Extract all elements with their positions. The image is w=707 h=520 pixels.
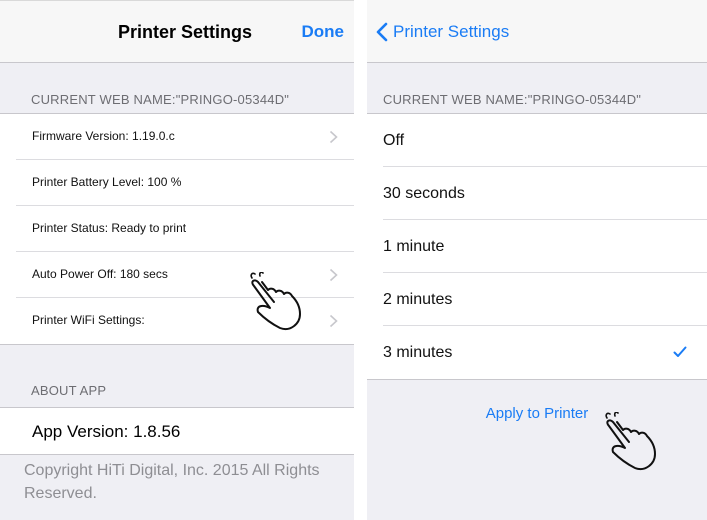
option-label: Off xyxy=(383,132,405,149)
web-name-header: CURRENT WEB NAME:"PRINGO-05344D" xyxy=(31,92,290,107)
option-label: 3 minutes xyxy=(383,344,453,361)
option-3-minutes[interactable]: 3 minutes xyxy=(367,326,707,379)
option-label: 2 minutes xyxy=(383,291,453,308)
page-title: Printer Settings xyxy=(118,22,253,42)
chevron-right-icon xyxy=(329,130,338,144)
firmware-version-row[interactable]: Firmware Version: 1.19.0.c xyxy=(0,114,354,160)
web-name-header: CURRENT WEB NAME:"PRINGO-05344D" xyxy=(383,92,642,107)
chevron-right-icon xyxy=(329,268,338,282)
option-label: 1 minute xyxy=(383,238,445,255)
auto-power-off-screen: Printer Settings CURRENT WEB NAME:"PRING… xyxy=(367,0,707,520)
done-button[interactable]: Done xyxy=(302,22,345,42)
auto-power-off-label: Auto Power Off: 180 secs xyxy=(32,267,168,281)
nav-bar: Printer Settings xyxy=(367,0,707,63)
divider xyxy=(0,0,354,1)
app-version-row: App Version: 1.8.56 xyxy=(0,407,354,455)
back-label: Printer Settings xyxy=(393,22,510,41)
checkmark-icon xyxy=(673,346,687,357)
printer-status-label: Printer Status: Ready to print xyxy=(32,221,187,235)
option-2-minutes[interactable]: 2 minutes xyxy=(367,273,707,326)
wifi-settings-label: Printer WiFi Settings: xyxy=(32,313,145,327)
power-off-options-list: Off 30 seconds 1 minute 2 minutes 3 minu… xyxy=(367,113,707,380)
option-label: 30 seconds xyxy=(383,185,465,202)
printer-status-row: Printer Status: Ready to print xyxy=(0,206,354,252)
hand-pointer-icon xyxy=(250,272,301,330)
nav-bar: Printer Settings Done xyxy=(0,0,354,63)
option-1-minute[interactable]: 1 minute xyxy=(367,220,707,273)
printer-settings-screen: Printer Settings Done CURRENT WEB NAME:"… xyxy=(0,0,354,520)
battery-level-label: Printer Battery Level: 100 % xyxy=(32,175,182,189)
hand-pointer-icon xyxy=(605,412,656,470)
battery-level-row: Printer Battery Level: 100 % xyxy=(0,160,354,206)
about-app-header: ABOUT APP xyxy=(31,383,107,398)
app-version-label: App Version: 1.8.56 xyxy=(32,422,181,441)
copyright-text: Copyright HiTi Digital, Inc. 2015 All Ri… xyxy=(24,462,320,502)
chevron-right-icon xyxy=(329,314,338,328)
chevron-left-icon xyxy=(376,22,388,42)
option-off[interactable]: Off xyxy=(367,114,707,167)
back-button[interactable]: Printer Settings xyxy=(375,22,509,42)
option-30-seconds[interactable]: 30 seconds xyxy=(367,167,707,220)
firmware-version-label: Firmware Version: 1.19.0.c xyxy=(32,129,175,143)
